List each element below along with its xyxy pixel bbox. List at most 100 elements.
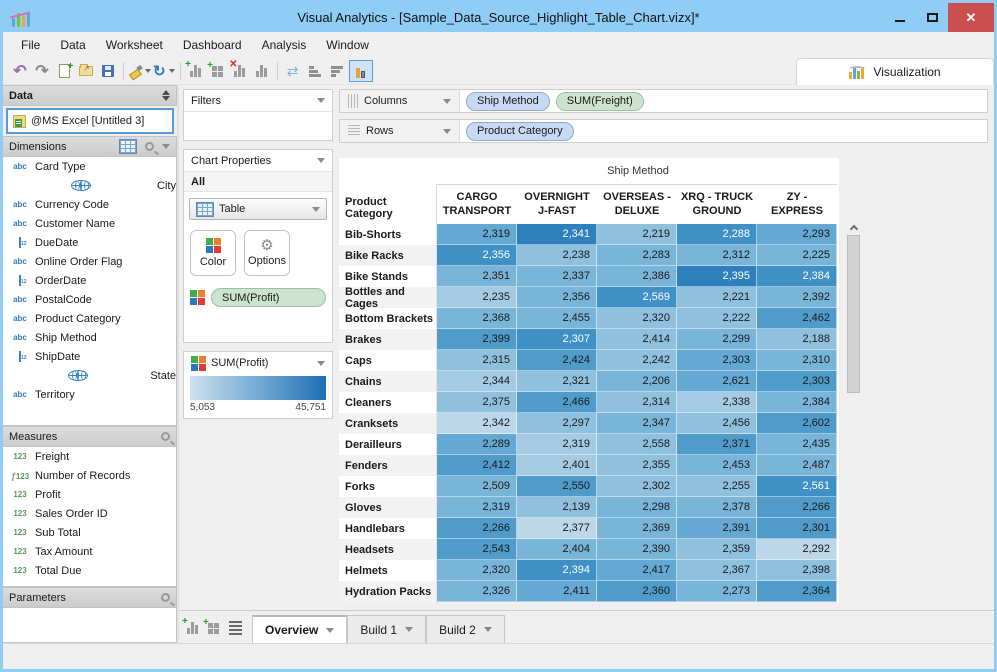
chevron-down-icon[interactable] [405, 627, 413, 632]
scrollbar-track[interactable] [846, 235, 861, 670]
search-icon[interactable] [161, 432, 170, 441]
chevron-down-icon[interactable] [317, 98, 325, 103]
table-cell[interactable]: 2,368 [437, 308, 517, 329]
table-cell[interactable]: 2,320 [597, 308, 677, 329]
dimension-state[interactable]: State [3, 366, 176, 385]
table-cell[interactable]: 2,338 [677, 392, 757, 413]
table-cell[interactable]: 2,417 [597, 560, 677, 581]
row-label[interactable]: Handlebars [339, 518, 437, 539]
table-cell[interactable]: 2,299 [677, 329, 757, 350]
dimension-currency-code[interactable]: abcCurrency Code [3, 195, 176, 214]
minimize-button[interactable] [884, 3, 916, 32]
legend-header[interactable]: SUM(Profit) [184, 352, 332, 374]
measure-sales-order-id[interactable]: 123Sales Order ID [3, 504, 176, 523]
menu-item-window[interactable]: Window [316, 34, 379, 56]
table-cell[interactable]: 2,312 [677, 245, 757, 266]
row-label[interactable]: Derailleurs [339, 434, 437, 455]
chevron-down-icon[interactable] [326, 628, 334, 633]
chevron-down-icon[interactable] [443, 99, 451, 104]
redo-button[interactable]: ↷ [32, 60, 52, 82]
new-dashboard-button[interactable]: + [208, 60, 228, 82]
table-cell[interactable]: 2,466 [517, 392, 597, 413]
table-cell[interactable]: 2,509 [437, 476, 517, 497]
row-label[interactable]: Helmets [339, 560, 437, 581]
table-cell[interactable]: 2,356 [517, 287, 597, 308]
chevron-down-icon[interactable] [162, 144, 170, 149]
table-cell[interactable]: 2,399 [437, 329, 517, 350]
menu-item-file[interactable]: File [11, 34, 50, 56]
row-label[interactable]: Gloves [339, 497, 437, 518]
refresh-button[interactable]: ↻ [153, 60, 175, 82]
table-cell[interactable]: 2,543 [437, 539, 517, 560]
chevron-down-icon[interactable] [169, 69, 175, 73]
table-cell[interactable]: 2,394 [517, 560, 597, 581]
row-dimension-header[interactable]: Product Category [339, 184, 437, 224]
table-cell[interactable]: 2,321 [517, 371, 597, 392]
measure-number-of-records[interactable]: ƒ123Number of Records [3, 466, 176, 485]
table-cell[interactable]: 2,315 [437, 350, 517, 371]
column-header[interactable]: CARGO TRANSPORT [437, 184, 517, 224]
table-cell[interactable]: 2,342 [437, 413, 517, 434]
column-header[interactable]: XRQ - TRUCK GROUND [677, 184, 757, 224]
new-worksheet-button[interactable]: + [186, 60, 206, 82]
chevron-down-icon[interactable] [145, 69, 151, 73]
sheet-list-icon[interactable] [229, 621, 242, 635]
columns-shelf-label[interactable]: Columns [340, 90, 460, 112]
table-cell[interactable]: 2,292 [757, 539, 837, 560]
table-cell[interactable]: 2,561 [757, 476, 837, 497]
table-cell[interactable]: 2,391 [677, 518, 757, 539]
table-cell[interactable]: 2,206 [597, 371, 677, 392]
sheet-tab-overview[interactable]: Overview [252, 615, 347, 643]
table-cell[interactable]: 2,558 [597, 434, 677, 455]
table-cell[interactable]: 2,414 [597, 329, 677, 350]
table-cell[interactable]: 2,310 [757, 350, 837, 371]
data-source-item[interactable]: @MS Excel [Untitled 3] [6, 108, 174, 134]
table-cell[interactable]: 2,297 [517, 413, 597, 434]
table-cell[interactable]: 2,319 [437, 497, 517, 518]
table-cell[interactable]: 2,326 [437, 581, 517, 602]
search-icon[interactable] [161, 593, 170, 602]
row-label[interactable]: Bike Stands [339, 266, 437, 287]
table-cell[interactable]: 2,188 [757, 329, 837, 350]
dimension-ship-method[interactable]: abcShip Method [3, 328, 176, 347]
table-cell[interactable]: 2,319 [437, 224, 517, 245]
columns-shelf[interactable]: Columns Ship MethodSUM(Freight) [339, 89, 988, 113]
table-cell[interactable]: 2,378 [677, 497, 757, 518]
open-button[interactable] [76, 60, 96, 82]
color-button[interactable]: Color [190, 230, 236, 276]
table-cell[interactable]: 2,364 [757, 581, 837, 602]
table-cell[interactable]: 2,392 [757, 287, 837, 308]
table-cell[interactable]: 2,298 [597, 497, 677, 518]
dimension-online-order-flag[interactable]: abcOnline Order Flag [3, 252, 176, 271]
table-cell[interactable]: 2,288 [677, 224, 757, 245]
sheet-tab-build-2[interactable]: Build 2 [426, 615, 505, 643]
table-cell[interactable]: 2,355 [597, 455, 677, 476]
table-cell[interactable]: 2,351 [437, 266, 517, 287]
measure-freight[interactable]: 123Freight [3, 447, 176, 466]
table-cell[interactable]: 2,550 [517, 476, 597, 497]
table-cell[interactable]: 2,569 [597, 287, 677, 308]
measure-profit[interactable]: 123Profit [3, 485, 176, 504]
table-cell[interactable]: 2,222 [677, 308, 757, 329]
table-cell[interactable]: 2,289 [437, 434, 517, 455]
clear-sheet-button[interactable]: ✕ [230, 60, 250, 82]
measure-tax-amount[interactable]: 123Tax Amount [3, 542, 176, 561]
dimension-shipdate[interactable]: ShipDate [3, 347, 176, 366]
row-label[interactable]: Chains [339, 371, 437, 392]
measure-sub-total[interactable]: 123Sub Total [3, 523, 176, 542]
chart-type-select[interactable]: Table [189, 198, 327, 220]
format-painter-button[interactable] [129, 60, 151, 82]
show-me-button[interactable] [349, 60, 373, 82]
table-cell[interactable]: 2,266 [437, 518, 517, 539]
sort-fields-icon[interactable] [162, 90, 170, 101]
table-cell[interactable]: 2,341 [517, 224, 597, 245]
dimension-postalcode[interactable]: abcPostalCode [3, 290, 176, 309]
view-data-icon[interactable] [119, 139, 137, 154]
table-cell[interactable]: 2,255 [677, 476, 757, 497]
dimension-card-type[interactable]: abcCard Type [3, 157, 176, 176]
row-label[interactable]: Bike Racks [339, 245, 437, 266]
sort-ascending-button[interactable] [305, 60, 325, 82]
sheet-tab-build-1[interactable]: Build 1 [347, 615, 426, 643]
row-label[interactable]: Cleaners [339, 392, 437, 413]
chart-properties-header[interactable]: Chart Properties [184, 150, 332, 172]
